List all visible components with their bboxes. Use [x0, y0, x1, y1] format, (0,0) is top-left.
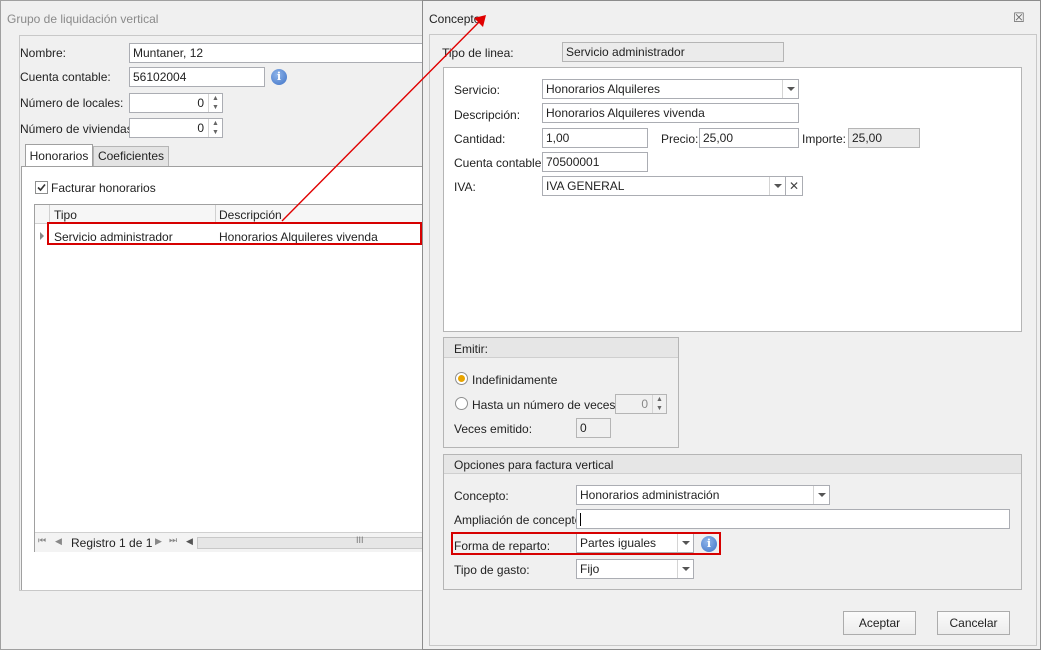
annotation-arrow [281, 15, 486, 222]
